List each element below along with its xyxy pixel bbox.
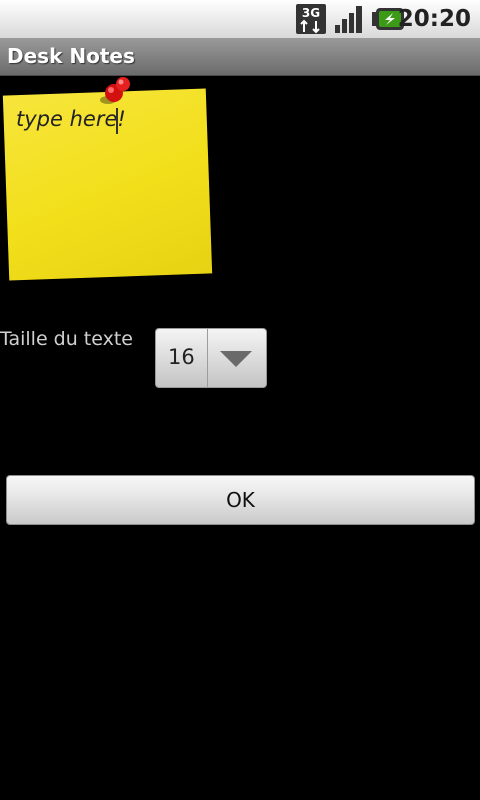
app-title-bar: Desk Notes bbox=[0, 38, 480, 76]
status-time: 20:20 bbox=[397, 6, 471, 32]
status-bar: 3G 20:20 bbox=[0, 0, 480, 38]
network-type-label: 3G bbox=[302, 6, 320, 20]
signal-strength-icon bbox=[335, 6, 362, 33]
spinner-divider bbox=[207, 329, 208, 387]
app-title: Desk Notes bbox=[7, 44, 135, 68]
push-pin-icon bbox=[100, 77, 130, 104]
text-cursor bbox=[116, 108, 118, 134]
ok-button-label: OK bbox=[226, 488, 255, 512]
text-size-value: 16 bbox=[168, 345, 195, 369]
ok-button[interactable]: OK bbox=[6, 475, 475, 525]
text-size-label: Taille du texte bbox=[0, 328, 133, 350]
chevron-down-icon[interactable] bbox=[220, 351, 252, 367]
3g-data-icon: 3G bbox=[296, 4, 326, 34]
text-size-spinner[interactable]: 16 bbox=[155, 328, 267, 388]
